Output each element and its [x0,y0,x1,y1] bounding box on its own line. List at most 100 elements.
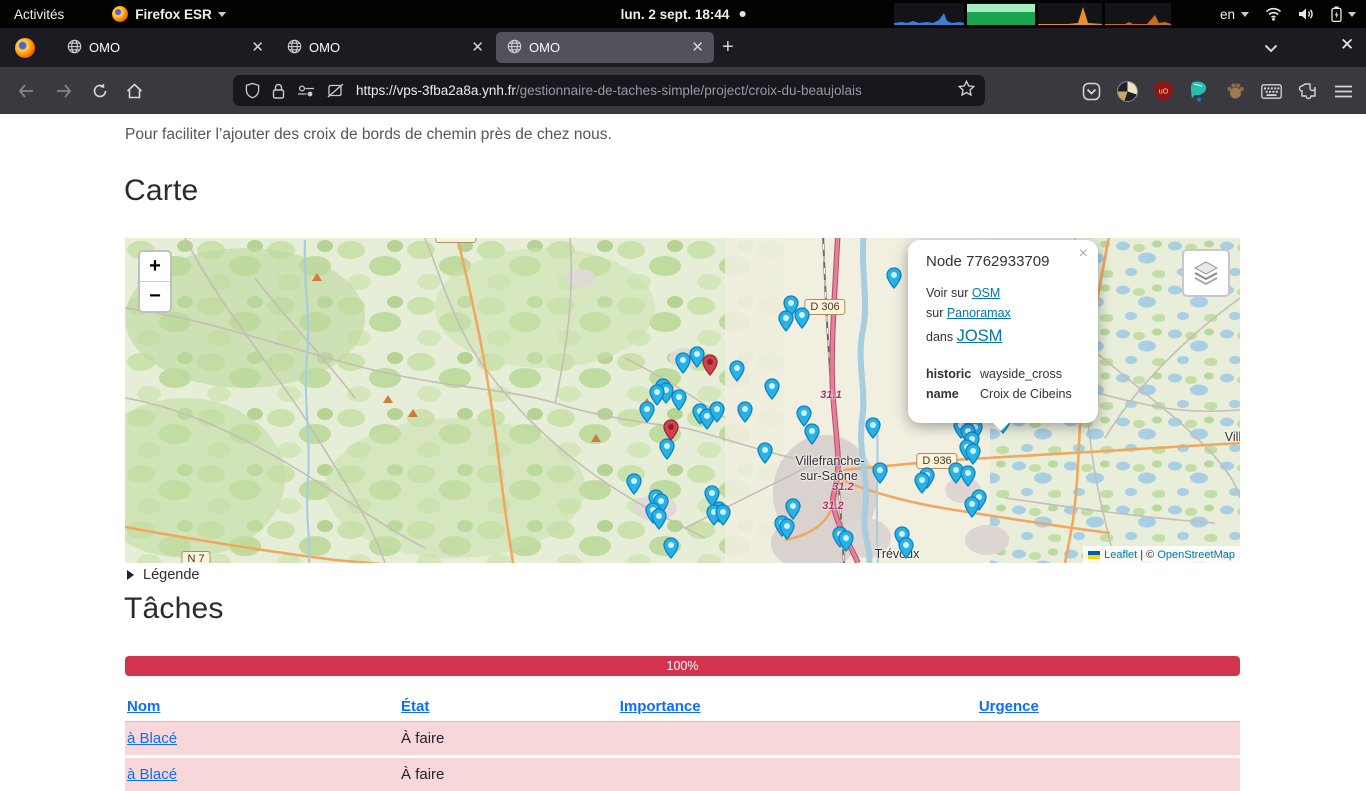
layers-control[interactable] [1182,249,1230,297]
blue-marker[interactable] [965,443,981,465]
road-badge: D 985 [435,238,476,243]
notification-dot [739,11,745,17]
blue-marker[interactable] [709,401,725,423]
pocket-icon[interactable] [1078,78,1104,104]
forward-button[interactable] [50,77,78,105]
blue-marker[interactable] [872,462,888,484]
tab-close-icon[interactable]: ✕ [691,40,704,55]
popup-close-icon[interactable]: × [1079,247,1088,261]
sort-link-urgence[interactable]: Urgence [979,698,1039,715]
tab-label: OMO [309,40,340,55]
blue-marker[interactable] [794,307,810,329]
blue-marker[interactable] [778,310,794,332]
leaflet-link[interactable]: Leaflet [1104,549,1137,561]
task-urgence-cell [977,758,1240,791]
home-button[interactable] [120,77,148,105]
panoramax-link[interactable]: Panoramax [947,306,1011,320]
globe-favicon-icon [507,39,522,57]
zoom-in-button[interactable]: + [140,252,170,282]
blue-marker[interactable] [737,401,753,423]
blue-marker[interactable] [659,438,675,460]
blue-marker[interactable] [663,537,679,559]
osm-link[interactable]: OpenStreetMap [1157,549,1235,561]
firefox-logo-icon [15,38,35,58]
blue-marker[interactable] [715,504,731,526]
red-marker[interactable] [663,419,679,441]
josm-link[interactable]: JOSM [957,327,1003,345]
battery-icon[interactable] [1331,6,1356,22]
activities-button[interactable]: Activités [4,0,74,28]
firefox-view-button[interactable] [10,34,40,61]
blue-marker[interactable] [729,360,745,382]
blue-marker[interactable] [898,537,914,559]
url-bar[interactable]: https://vps-3fba2a8a.ynh.fr/gestionnaire… [233,75,985,106]
sort-link-nom[interactable]: Nom [127,698,160,715]
map-attribution: Leaflet | © OpenStreetMap [1083,546,1240,563]
window-close-button[interactable]: ✕ [1340,35,1354,55]
progress-bar: 100% [125,656,1240,676]
tab-close-icon[interactable]: ✕ [471,40,484,55]
red-marker[interactable] [702,354,718,376]
permissions-toggle-icon[interactable] [297,85,315,97]
blue-marker[interactable] [964,496,980,518]
extensions-puzzle-icon[interactable] [1294,78,1320,104]
blue-marker[interactable] [757,442,773,464]
task-name-cell: à Blacé [125,758,399,791]
menu-hamburger-icon[interactable] [1330,78,1356,104]
tasks-table: Nom État Importance Urgence à BlacéÀ faireà… [125,692,1240,791]
map-popup: Node 7762933709 Voir sur OSMsur Panorama… [908,240,1098,423]
bookmark-star-icon[interactable] [958,80,975,101]
globe-favicon-icon [67,39,82,57]
browser-tab[interactable]: OMO ✕ [56,32,274,63]
osm-link[interactable]: OSM [972,286,1000,300]
wifi-icon[interactable] [1265,7,1282,21]
tag-row: historicwayside_cross [926,367,1080,381]
tag-row: nameCroix de Cibeins [926,387,1080,401]
blocked-media-icon[interactable] [327,83,344,98]
task-link[interactable]: à Blacé [127,730,177,747]
keyboard-shortcuts-icon[interactable] [1258,78,1284,104]
blue-marker[interactable] [626,473,642,495]
clock[interactable]: lun. 2 sept. 18:44 [621,0,746,28]
legend-toggle[interactable]: Légende [127,567,199,583]
ublock-origin-icon[interactable]: uO [1150,78,1176,104]
keyboard-layout-indicator[interactable]: en [1220,7,1249,22]
sort-link-importance[interactable]: Importance [620,698,701,715]
addon-teal-icon[interactable] [1186,78,1212,104]
new-tab-button[interactable]: + [722,36,734,59]
browser-tab[interactable]: OMO ✕ [496,32,714,63]
blue-marker[interactable] [914,472,930,494]
addon-animal-icon[interactable] [1114,78,1140,104]
back-button[interactable] [12,77,40,105]
blue-marker[interactable] [671,389,687,411]
blue-marker[interactable] [838,530,854,552]
blue-marker[interactable] [865,417,881,439]
shield-icon[interactable] [245,82,260,99]
volume-icon[interactable] [1298,7,1315,21]
sort-link-état[interactable]: État [401,698,429,715]
zoom-out-button[interactable]: − [140,282,170,311]
addon-paw-icon[interactable] [1222,78,1248,104]
leaflet-map[interactable]: D 306D 936N 7D 98531.131.231.2Villefranc… [125,238,1240,563]
blue-marker[interactable] [651,508,667,530]
tab-close-icon[interactable]: ✕ [251,40,264,55]
blue-marker[interactable] [764,378,780,400]
table-body: à BlacéÀ faireà BlacéÀ faire [125,721,1240,791]
lock-icon[interactable] [272,83,285,99]
blue-marker[interactable] [886,267,902,289]
blue-marker[interactable] [639,401,655,423]
list-all-tabs-button[interactable] [1264,40,1278,58]
blue-marker[interactable] [804,423,820,445]
reload-button[interactable] [86,77,114,105]
popup-links: Voir sur OSMsur Panoramaxdans JOSM [926,285,1080,347]
system-tray[interactable]: en [1204,0,1366,28]
blue-marker[interactable] [779,518,795,540]
blue-marker[interactable] [675,352,691,374]
triangle-right-icon [127,570,134,580]
task-link[interactable]: à Blacé [127,766,177,783]
firefox-logo-icon [112,6,128,22]
app-menu[interactable]: Firefox ESR [102,0,236,28]
blue-marker[interactable] [960,465,976,487]
browser-tab[interactable]: OMO ✕ [276,32,494,63]
tag-key: name [926,387,980,401]
